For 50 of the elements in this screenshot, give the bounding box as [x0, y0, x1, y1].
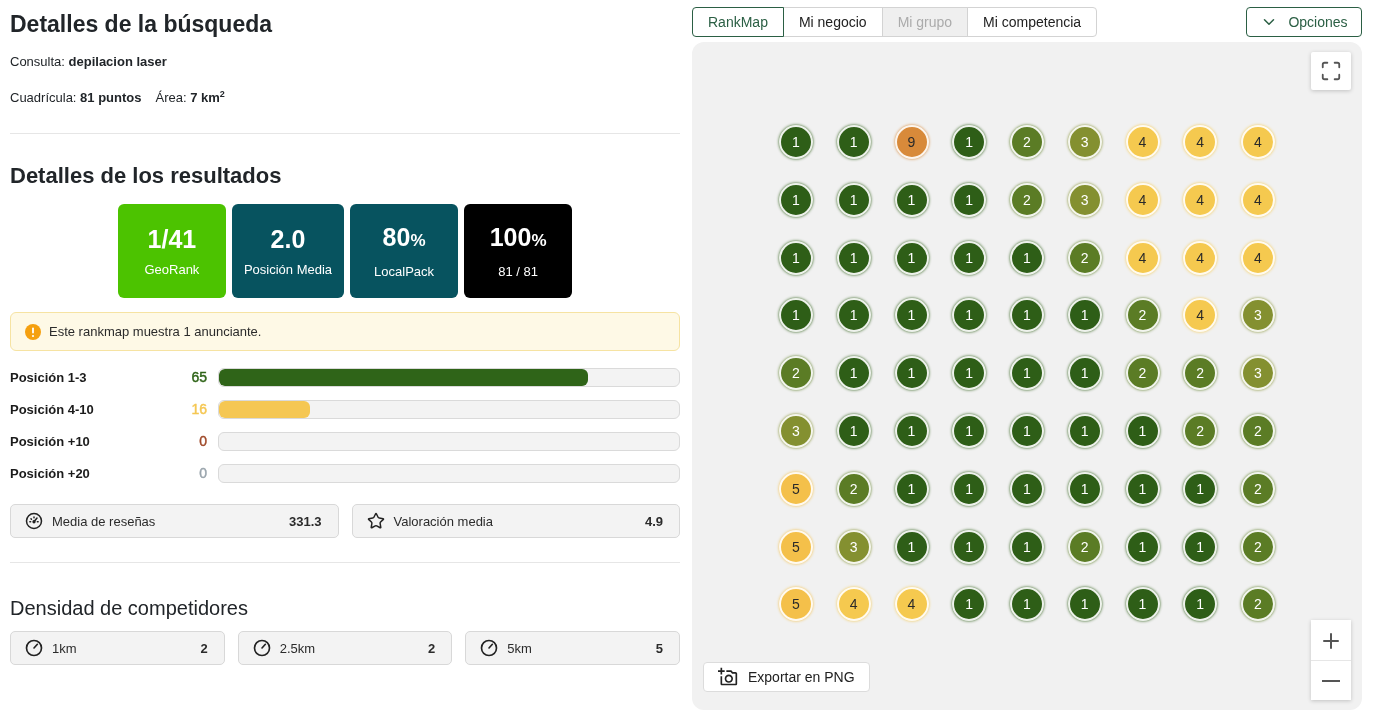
stat-value: 100%: [489, 222, 547, 253]
camera-plus-icon: [718, 667, 738, 687]
alert-icon: [25, 323, 41, 340]
position-count: 0: [199, 465, 207, 481]
map-tab[interactable]: Mi negocio: [782, 7, 883, 37]
fullscreen-button[interactable]: [1311, 52, 1351, 90]
density-label: 5km: [507, 640, 532, 656]
map-tab[interactable]: Mi competencia: [967, 7, 1098, 37]
zoom-in-button[interactable]: [1311, 620, 1351, 660]
stat-label: LocalPack: [374, 263, 435, 280]
position-count: 0: [199, 433, 207, 449]
position-label: Posición 4-10: [10, 401, 94, 417]
area-text: Área: 7 km$^{2}$: [155, 89, 225, 107]
position-label: Posición +10: [10, 433, 90, 449]
position-label: Posición +20: [10, 465, 90, 481]
minus-icon: [1322, 679, 1340, 682]
options-button[interactable]: Opciones: [1246, 7, 1362, 37]
dial-icon: [25, 639, 43, 657]
stat-value: 1/41: [147, 224, 197, 253]
dial-icon: [252, 639, 271, 657]
density-value: 2: [200, 640, 208, 656]
export-button[interactable]: Exportar en PNG: [703, 662, 870, 692]
section-title: Densidad de competidores: [10, 596, 248, 621]
stat-label: GeoRank: [144, 261, 200, 278]
stat-label: 81 / 81: [498, 263, 538, 280]
position-label: Posición 1-3: [10, 369, 87, 385]
density-label: 2.5km: [279, 640, 316, 656]
section-title: Detalles de los resultados: [10, 162, 282, 190]
speedometer-icon: [25, 512, 43, 530]
dial-icon: [480, 639, 499, 657]
notice-text: Este rankmap muestra 1 anunciante.: [49, 324, 262, 339]
section-title: Detalles de la búsqueda: [10, 10, 273, 39]
metric-value: 4.9: [644, 513, 663, 529]
position-count: 16: [191, 401, 207, 417]
map-tab[interactable]: RankMap: [692, 7, 784, 37]
density-label: 1km: [52, 640, 77, 656]
metric-label: Media de reseñas: [52, 513, 156, 529]
zoom-out-button[interactable]: [1311, 660, 1351, 700]
fullscreen-icon: [1320, 60, 1342, 82]
star-icon: [366, 512, 385, 530]
metric-label: Valoración media: [393, 513, 493, 529]
position-count: 65: [191, 369, 207, 385]
grid-text: Cuadrícula: 81 puntos: [10, 89, 142, 107]
stat-label: Posición Media: [243, 261, 333, 278]
metric-value: 331.3: [288, 513, 322, 529]
density-value: 2: [428, 640, 436, 656]
stat-value: 2.0: [270, 224, 306, 253]
query-text: Consulta: depilacion laser: [10, 53, 167, 71]
density-value: 5: [655, 640, 663, 656]
stat-value: 80%: [382, 222, 426, 253]
